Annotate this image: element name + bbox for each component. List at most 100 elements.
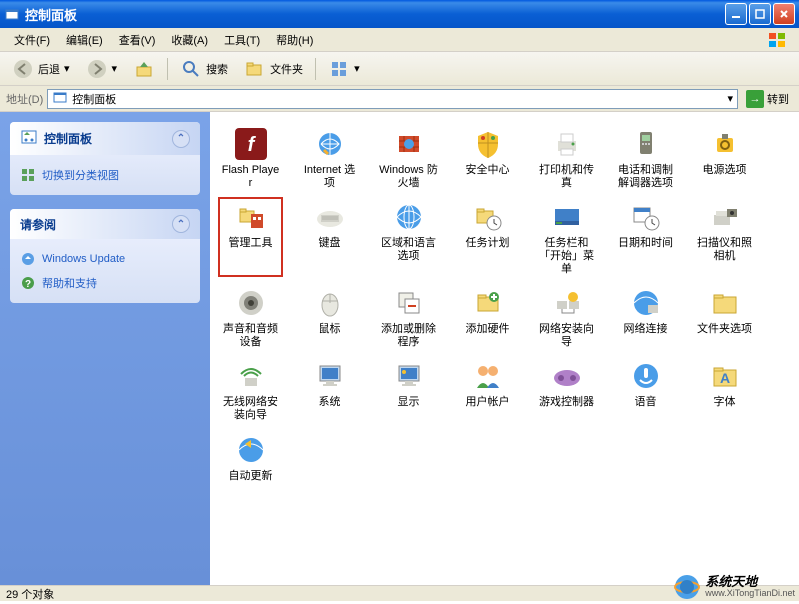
- control-panel-item[interactable]: 区域和语言选项: [376, 197, 441, 277]
- control-panel-item[interactable]: 用户帐户: [455, 356, 520, 423]
- windows-update-icon: [20, 251, 36, 267]
- go-label: 转到: [767, 91, 789, 107]
- control-panel-item[interactable]: 任务计划: [455, 197, 520, 277]
- control-panel-item[interactable]: fFlash Player: [218, 124, 283, 191]
- address-field[interactable]: 控制面板 ▾: [47, 89, 738, 109]
- svg-text:A: A: [719, 370, 729, 386]
- collapse-icon[interactable]: ⌃: [172, 215, 190, 233]
- item-label: 区域和语言选项: [378, 237, 439, 262]
- wireless-icon: [233, 358, 269, 394]
- folders-label: 文件夹: [270, 61, 303, 77]
- menu-file[interactable]: 文件(F): [6, 29, 58, 51]
- control-panel-item[interactable]: 扫描仪和照相机: [692, 197, 757, 277]
- menu-favorites[interactable]: 收藏(A): [163, 29, 216, 51]
- address-value: 控制面板: [72, 91, 116, 107]
- control-panel-item[interactable]: Windows 防火墙: [376, 124, 441, 191]
- menu-edit[interactable]: 编辑(E): [58, 29, 111, 51]
- control-panel-item[interactable]: 添加或删除程序: [376, 283, 441, 350]
- menu-view[interactable]: 查看(V): [111, 29, 164, 51]
- item-label: 任务计划: [466, 237, 510, 250]
- control-panel-item[interactable]: 任务栏和「开始」菜单: [534, 197, 599, 277]
- fonts-icon: A: [707, 358, 743, 394]
- window-title: 控制面板: [25, 5, 725, 24]
- control-panel-item[interactable]: 打印机和传真: [534, 124, 599, 191]
- control-panel-item[interactable]: 键盘: [297, 197, 362, 277]
- folders-button[interactable]: 文件夹: [238, 56, 309, 82]
- item-label: 键盘: [319, 237, 341, 250]
- address-dropdown-icon[interactable]: ▾: [727, 92, 733, 105]
- windows-update-link[interactable]: Windows Update: [20, 247, 190, 271]
- keyboard-icon: [312, 199, 348, 235]
- sched-icon: [470, 199, 506, 235]
- panel-title: 控制面板: [44, 130, 92, 147]
- help-support-link[interactable]: ? 帮助和支持: [20, 271, 190, 295]
- minimize-button[interactable]: [725, 3, 747, 25]
- netwiz-icon: [549, 285, 585, 321]
- icon-grid: fFlash Player Internet 选项 Windows 防火墙安全中心打…: [218, 124, 791, 484]
- netconn-icon: [628, 285, 664, 321]
- switch-to-category-view-link[interactable]: 切换到分类视图: [20, 163, 190, 187]
- control-panel-item[interactable]: 无线网络安装向导: [218, 356, 283, 423]
- panel-header[interactable]: 控制面板 ⌃: [10, 122, 200, 155]
- dropdown-icon: ▾: [354, 62, 360, 75]
- help-icon: ?: [20, 275, 36, 291]
- power-icon: [707, 126, 743, 162]
- category-view-icon: [20, 167, 36, 183]
- control-panel-item[interactable]: 电源选项: [692, 124, 757, 191]
- control-panel-item[interactable]: 系统: [297, 356, 362, 423]
- control-panel-item[interactable]: 鼠标: [297, 283, 362, 350]
- menu-help[interactable]: 帮助(H): [268, 29, 321, 51]
- control-panel-item[interactable]: 安全中心: [455, 124, 520, 191]
- control-panel-item[interactable]: 自动更新: [218, 430, 283, 485]
- back-button[interactable]: 后退 ▾: [6, 56, 76, 82]
- control-panel-item[interactable]: A 字体: [692, 356, 757, 423]
- control-panel-item[interactable]: 电话和调制解调器选项: [613, 124, 678, 191]
- go-arrow-icon: →: [746, 90, 764, 108]
- control-panel-item[interactable]: 游戏控制器: [534, 356, 599, 423]
- update-icon: [233, 432, 269, 468]
- control-panel-item[interactable]: 显示: [376, 356, 441, 423]
- item-label: 声音和音频设备: [220, 323, 281, 348]
- firewall-icon: [391, 126, 427, 162]
- views-icon: [328, 58, 350, 80]
- maximize-button[interactable]: [749, 3, 771, 25]
- search-button[interactable]: 搜索: [174, 56, 234, 82]
- admin-icon: [233, 199, 269, 235]
- control-panel-item[interactable]: 网络连接: [613, 283, 678, 350]
- control-panel-item[interactable]: 文件夹选项: [692, 283, 757, 350]
- forward-button[interactable]: ▾: [80, 56, 124, 82]
- control-panel-item[interactable]: 添加硬件: [455, 283, 520, 350]
- item-label: 电话和调制解调器选项: [615, 164, 676, 189]
- control-panel-item[interactable]: 语音: [613, 356, 678, 423]
- watermark-globe-icon: [673, 573, 701, 601]
- back-arrow-icon: [12, 58, 34, 80]
- datetime-icon: [628, 199, 664, 235]
- search-label: 搜索: [206, 61, 228, 77]
- item-label: 添加或删除程序: [378, 323, 439, 348]
- control-panel-item[interactable]: 日期和时间: [613, 197, 678, 277]
- item-label: 系统: [319, 396, 341, 409]
- up-button[interactable]: [127, 56, 161, 82]
- control-panel-item[interactable]: 管理工具: [218, 197, 283, 277]
- collapse-icon[interactable]: ⌃: [172, 130, 190, 148]
- control-panel-item[interactable]: 声音和音频设备: [218, 283, 283, 350]
- item-label: Internet 选项: [299, 164, 360, 189]
- menu-tools[interactable]: 工具(T): [216, 29, 268, 51]
- toolbar-separator: [167, 58, 168, 80]
- svg-text:?: ?: [25, 279, 31, 290]
- globe-icon: [391, 199, 427, 235]
- item-label: Flash Player: [220, 164, 281, 189]
- panel-header[interactable]: 请参阅 ⌃: [10, 209, 200, 239]
- item-label: 任务栏和「开始」菜单: [536, 237, 597, 275]
- sound-icon: [233, 285, 269, 321]
- dropdown-icon: ▾: [64, 62, 70, 75]
- toolbar: 后退 ▾ ▾ 搜索 文件夹 ▾: [0, 52, 799, 86]
- go-button[interactable]: → 转到: [742, 89, 793, 109]
- views-button[interactable]: ▾: [322, 56, 366, 82]
- control-panel-item[interactable]: Internet 选项: [297, 124, 362, 191]
- item-label: 字体: [714, 396, 736, 409]
- inet-icon: [312, 126, 348, 162]
- close-button[interactable]: [773, 3, 795, 25]
- control-panel-item[interactable]: 网络安装向导: [534, 283, 599, 350]
- link-label: Windows Update: [42, 253, 125, 265]
